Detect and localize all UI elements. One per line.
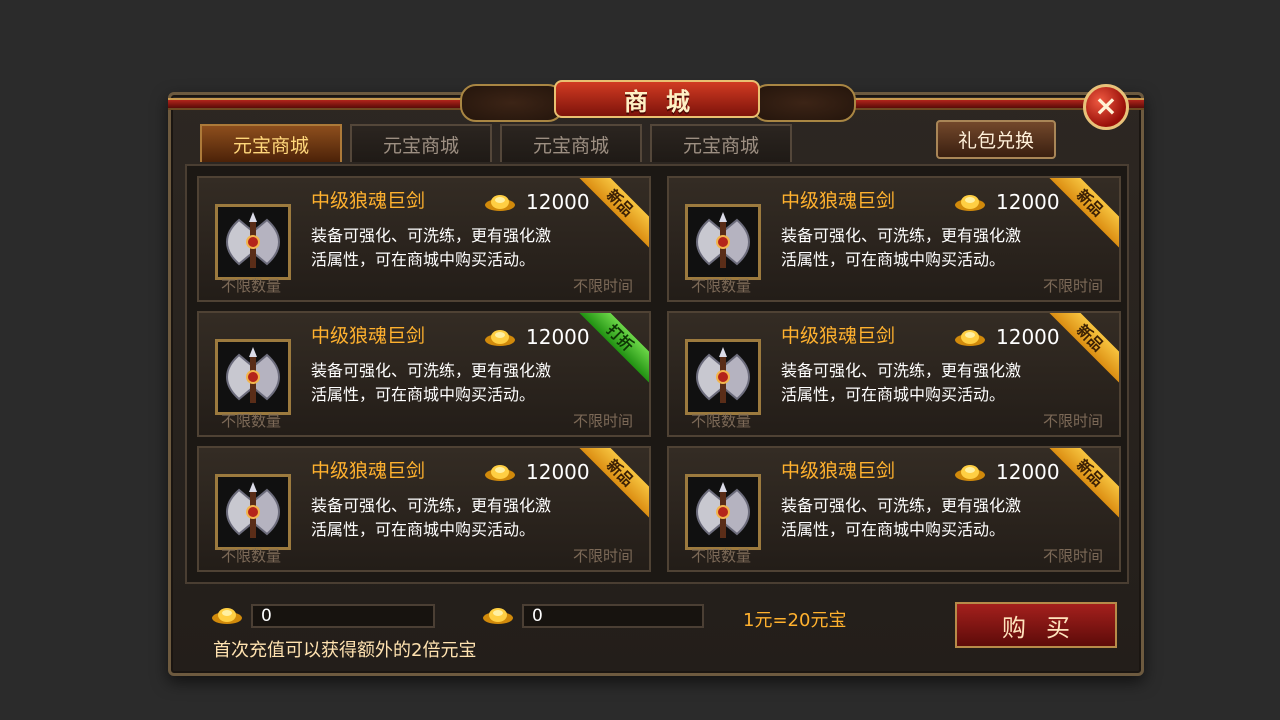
tab-ingot-shop-3[interactable]: 元宝商城 [500, 124, 642, 162]
gold-ingot-icon [483, 608, 513, 624]
item-description: 装备可强化、可洗练，更有强化激 活属性，可在商城中购买活动。 [781, 359, 1041, 407]
item-description-line: 装备可强化、可洗练，更有强化激 [311, 226, 552, 245]
item-price: 12000 [996, 460, 1060, 484]
item-ribbon: 新品 [570, 178, 649, 253]
item-card[interactable]: 中级狼魂巨剑 12000 装备可强化、可洗练，更有强化激 活属性，可在商城中购买… [667, 311, 1121, 437]
item-description: 装备可强化、可洗练，更有强化激 活属性，可在商城中购买活动。 [311, 359, 571, 407]
item-icon-frame [215, 204, 291, 280]
item-description-line: 装备可强化、可洗练，更有强化激 [781, 496, 1022, 515]
item-quantity: 不限数量 [691, 277, 752, 295]
gold-ingot-icon [485, 195, 515, 211]
close-icon: × [1094, 89, 1118, 122]
window-title: 商城 [624, 87, 708, 116]
item-description-line: 装备可强化、可洗练，更有强化激 [311, 496, 552, 515]
tab-label: 元宝商城 [232, 134, 309, 157]
item-card[interactable]: 中级狼魂巨剑 12000 装备可强化、可洗练，更有强化激 活属性，可在商城中购买… [197, 176, 651, 302]
ornament-left [460, 84, 564, 122]
ornament-right [752, 84, 856, 122]
buy-button[interactable]: 购买 [955, 602, 1117, 648]
gold-ingot-icon [485, 330, 515, 346]
item-name: 中级狼魂巨剑 [311, 460, 426, 482]
item-quantity: 不限数量 [221, 277, 282, 295]
item-time-limit: 不限时间 [1042, 412, 1103, 430]
buy-label: 购买 [1002, 613, 1090, 642]
item-price: 12000 [526, 190, 590, 214]
item-name: 中级狼魂巨剑 [311, 325, 426, 347]
tab-ingot-shop-1[interactable]: 元宝商城 [200, 124, 342, 162]
item-description: 装备可强化、可洗练，更有强化激 活属性，可在商城中购买活动。 [311, 494, 571, 542]
item-card[interactable]: 中级狼魂巨剑 12000 装备可强化、可洗练，更有强化激 活属性，可在商城中购买… [667, 176, 1121, 302]
item-description: 装备可强化、可洗练，更有强化激 活属性，可在商城中购买活动。 [781, 494, 1041, 542]
item-icon-frame [685, 204, 761, 280]
gift-exchange-button[interactable]: 礼包兑换 [936, 120, 1056, 159]
gold-ingot-icon [212, 608, 242, 624]
item-ribbon: 新品 [1040, 448, 1119, 523]
gift-exchange-label: 礼包兑换 [957, 130, 1034, 152]
item-price: 12000 [996, 325, 1060, 349]
item-price: 12000 [526, 460, 590, 484]
battle-axe-icon [696, 212, 750, 268]
bottom-bar: 0 0 1元=20元宝 首次充值可以获得额外的2倍元宝 购买 [185, 592, 1129, 668]
tab-label: 元宝商城 [532, 134, 609, 157]
item-ribbon: 打折 [570, 313, 649, 388]
title-bar: 商城 [168, 76, 1144, 122]
item-name: 中级狼魂巨剑 [781, 460, 896, 482]
gold-ingot-icon [955, 465, 985, 481]
item-time-limit: 不限时间 [572, 412, 633, 430]
tab-ingot-shop-2[interactable]: 元宝商城 [350, 124, 492, 162]
battle-axe-icon [226, 347, 280, 403]
item-time-limit: 不限时间 [1042, 547, 1103, 565]
battle-axe-icon [696, 482, 750, 538]
battle-axe-icon [696, 347, 750, 403]
item-name: 中级狼魂巨剑 [781, 325, 896, 347]
tab-ingot-shop-4[interactable]: 元宝商城 [650, 124, 792, 162]
item-description-line: 装备可强化、可洗练，更有强化激 [781, 226, 1022, 245]
item-description: 装备可强化、可洗练，更有强化激 活属性，可在商城中购买活动。 [311, 224, 571, 272]
item-description-line: 活属性，可在商城中购买活动。 [781, 385, 1006, 404]
tab-label: 元宝商城 [382, 134, 459, 157]
exchange-rate: 1元=20元宝 [743, 610, 847, 631]
item-icon-frame [215, 474, 291, 550]
item-description-line: 装备可强化、可洗练，更有强化激 [781, 361, 1022, 380]
battle-axe-icon [226, 212, 280, 268]
item-list: 中级狼魂巨剑 12000 装备可强化、可洗练，更有强化激 活属性，可在商城中购买… [185, 164, 1129, 584]
item-ribbon: 新品 [570, 448, 649, 523]
ingot-amount-field[interactable]: 0 [522, 604, 704, 628]
item-description-line: 活属性，可在商城中购买活动。 [311, 385, 536, 404]
recharge-hint: 首次充值可以获得额外的2倍元宝 [213, 640, 477, 661]
item-quantity: 不限数量 [221, 412, 282, 430]
item-icon-frame [685, 339, 761, 415]
item-ribbon: 新品 [1040, 313, 1119, 388]
item-card[interactable]: 中级狼魂巨剑 12000 装备可强化、可洗练，更有强化激 活属性，可在商城中购买… [667, 446, 1121, 572]
gold-ingot-icon [485, 465, 515, 481]
item-description-line: 活属性，可在商城中购买活动。 [311, 520, 536, 539]
item-name: 中级狼魂巨剑 [781, 190, 896, 212]
item-description-line: 活属性，可在商城中购买活动。 [311, 250, 536, 269]
item-name: 中级狼魂巨剑 [311, 190, 426, 212]
item-icon-frame [685, 474, 761, 550]
tab-label: 元宝商城 [682, 134, 759, 157]
item-price: 12000 [526, 325, 590, 349]
close-button[interactable]: × [1083, 84, 1129, 130]
item-price: 12000 [996, 190, 1060, 214]
gold-amount-field[interactable]: 0 [251, 604, 435, 628]
item-quantity: 不限数量 [691, 412, 752, 430]
item-description-line: 活属性，可在商城中购买活动。 [781, 520, 1006, 539]
item-quantity: 不限数量 [221, 547, 282, 565]
item-ribbon: 新品 [1040, 178, 1119, 253]
gold-ingot-icon [955, 195, 985, 211]
gold-ingot-icon [955, 330, 985, 346]
item-card[interactable]: 中级狼魂巨剑 12000 装备可强化、可洗练，更有强化激 活属性，可在商城中购买… [197, 311, 651, 437]
item-card[interactable]: 中级狼魂巨剑 12000 装备可强化、可洗练，更有强化激 活属性，可在商城中购买… [197, 446, 651, 572]
battle-axe-icon [226, 482, 280, 538]
title-plate: 商城 [554, 80, 760, 118]
item-description-line: 活属性，可在商城中购买活动。 [781, 250, 1006, 269]
item-description-line: 装备可强化、可洗练，更有强化激 [311, 361, 552, 380]
item-time-limit: 不限时间 [572, 547, 633, 565]
item-description: 装备可强化、可洗练，更有强化激 活属性，可在商城中购买活动。 [781, 224, 1041, 272]
item-icon-frame [215, 339, 291, 415]
item-quantity: 不限数量 [691, 547, 752, 565]
item-time-limit: 不限时间 [1042, 277, 1103, 295]
item-time-limit: 不限时间 [572, 277, 633, 295]
